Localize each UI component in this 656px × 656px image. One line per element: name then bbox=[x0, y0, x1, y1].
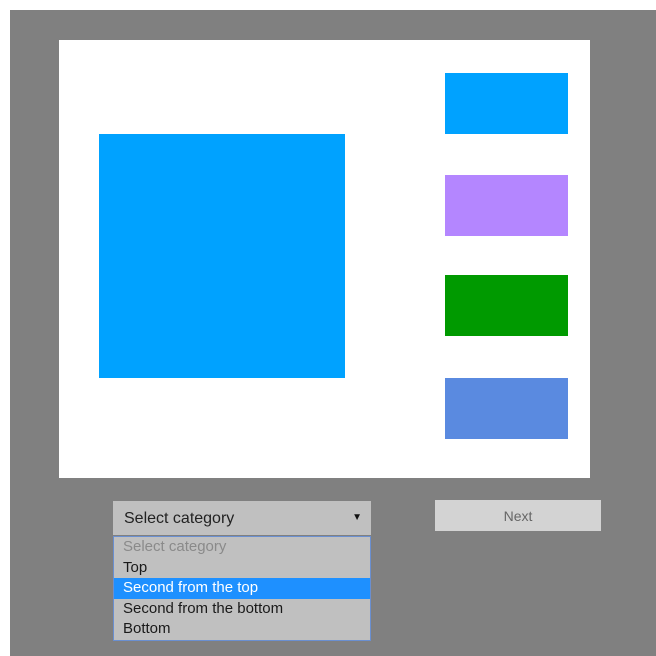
dropdown-option-second-from-top[interactable]: Second from the top bbox=[114, 578, 370, 599]
dropdown-option-second-from-bottom[interactable]: Second from the bottom bbox=[114, 599, 370, 620]
stimulus-canvas bbox=[59, 40, 590, 478]
category-select[interactable]: Select category ▼ bbox=[113, 501, 371, 535]
dropdown-option-placeholder[interactable]: Select category bbox=[114, 537, 370, 558]
swatch-second-from-top bbox=[445, 175, 568, 236]
dropdown-option-bottom[interactable]: Bottom bbox=[114, 619, 370, 640]
category-select-value: Select category bbox=[124, 510, 235, 527]
next-button[interactable]: Next bbox=[435, 500, 601, 531]
target-color-square bbox=[99, 134, 345, 378]
swatch-bottom bbox=[445, 378, 568, 439]
dropdown-option-top[interactable]: Top bbox=[114, 558, 370, 579]
chevron-down-icon: ▼ bbox=[352, 512, 362, 523]
swatch-top bbox=[445, 73, 568, 134]
swatch-second-from-bottom bbox=[445, 275, 568, 336]
experiment-viewport: Select category ▼ Select category Top Se… bbox=[10, 10, 656, 656]
category-dropdown-list: Select category Top Second from the top … bbox=[113, 536, 371, 641]
